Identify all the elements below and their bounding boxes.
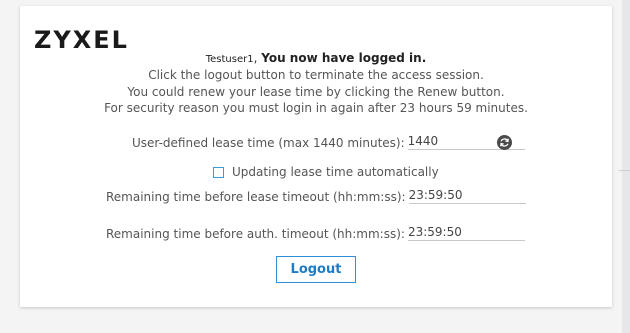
renew-instruction: You could renew your lease time by click… [127,85,505,99]
security-instruction: For security reason you must login in ag… [104,101,528,115]
logout-button[interactable]: Logout [276,256,356,283]
lease-time-label: User-defined lease time (max 1440 minute… [132,136,405,150]
welcome-line: Testuser1, You now have logged in. [20,51,612,65]
auto-update-checkbox[interactable] [213,166,224,178]
lease-timeout-label: Remaining time before lease timeout (hh:… [106,190,406,204]
auth-timeout-label: Remaining time before auth. timeout (hh:… [106,227,405,241]
auto-update-row: Updating lease time automatically [213,165,439,179]
login-status-panel: ZYXEL Testuser1, You now have logged in.… [20,6,612,307]
welcome-separator: , [253,51,258,65]
lease-timeout-row: Remaining time before lease timeout (hh:… [106,188,526,204]
logout-instruction: Click the logout button to terminate the… [148,68,484,82]
refresh-icon[interactable] [497,135,512,150]
lease-time-row: User-defined lease time (max 1440 minute… [132,134,525,150]
refresh-icon-glyph [500,138,509,147]
auto-update-label: Updating lease time automatically [232,165,439,179]
auth-timeout-row: Remaining time before auth. timeout (hh:… [106,225,525,241]
username: Testuser1 [205,54,254,65]
auth-timeout-value: 23:59:50 [407,225,525,241]
window-edge [622,0,630,333]
lease-timeout-value: 23:59:50 [408,188,526,204]
zyxel-logo: ZYXEL [34,26,129,54]
logged-in-message: You now have logged in. [261,51,427,65]
divider [619,170,630,171]
